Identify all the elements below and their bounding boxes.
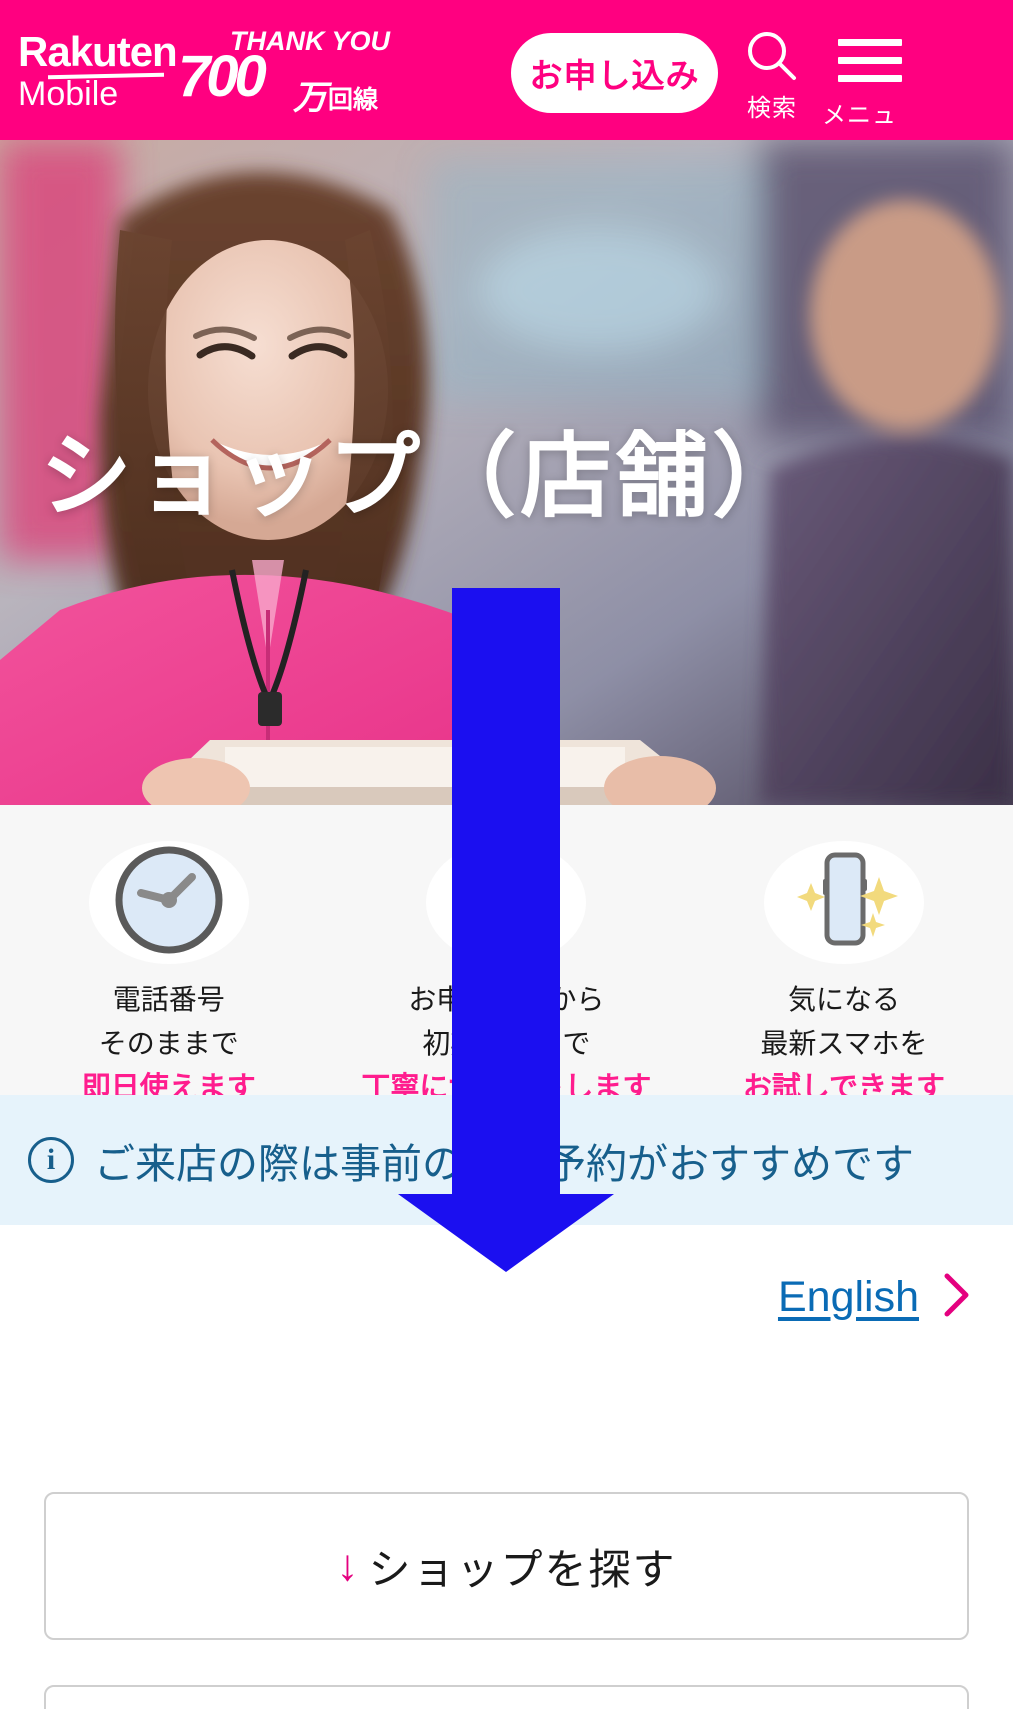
feature-highlights: 電話番号 そのままで 即日使えます お申し込みから 初期設定まで 丁寧にサポート… <box>0 805 1013 1104</box>
chevron-right-icon[interactable] <box>941 1270 971 1325</box>
campaign-number-text: 700 <box>178 44 267 109</box>
find-shop-button[interactable]: ↓ ショップを探す <box>44 1492 969 1640</box>
feature-icon-wrap <box>88 841 249 964</box>
find-shop-label: ショップを探す <box>368 1545 677 1593</box>
down-arrow-icon: ↓ <box>336 1541 359 1590</box>
feature-icon-wrap <box>426 841 587 964</box>
brand-mobile-text: Mobile <box>18 75 119 113</box>
info-banner-text: ご来店の際は事前の来店予約がおすすめです <box>94 1141 914 1187</box>
page-root: Rakuten Mobile THANK YOU 700 万 回線 お申し込み … <box>0 0 1013 1709</box>
campaign-man-text: 万 <box>293 79 327 117</box>
rakuten-mobile-logo[interactable]: Rakuten Mobile <box>18 28 188 114</box>
page-title: ショップ（店舗） <box>40 426 809 528</box>
feature-line-2: 最新スマホを <box>760 1028 928 1059</box>
secondary-action-button[interactable] <box>44 1685 969 1709</box>
hamburger-menu-icon <box>838 28 902 93</box>
brand-rakuten-text: Rakuten <box>18 28 178 75</box>
clock-icon <box>110 841 228 964</box>
feature-item-try-phone: 気になる 最新スマホを お試しできます <box>675 805 1013 1104</box>
apply-button[interactable]: お申し込み <box>511 33 718 113</box>
feature-item-phone-number: 電話番号 そのままで 即日使えます <box>0 805 338 1104</box>
feature-line-1: お申し込みから <box>408 984 605 1015</box>
campaign-kaisen-text: 回線 <box>328 86 379 114</box>
search-button[interactable]: 検索 <box>739 28 805 122</box>
feature-item-support: お申し込みから 初期設定まで 丁寧にサポートします <box>338 805 676 1104</box>
search-icon <box>743 28 801 86</box>
menu-button[interactable]: メニュー <box>822 28 918 164</box>
hero-banner: ショップ（店舗） <box>0 140 1013 805</box>
staff-person-icon <box>447 841 565 964</box>
reservation-info-banner: i ご来店の際は事前の来店予約がおすすめです <box>0 1095 1013 1225</box>
feature-line-2: そのままで <box>98 1028 239 1059</box>
feature-line-2: 初期設定まで <box>422 1028 591 1059</box>
english-language-link[interactable]: English <box>778 1273 919 1322</box>
info-circle-icon: i <box>28 1137 74 1183</box>
site-header: Rakuten Mobile THANK YOU 700 万 回線 お申し込み … <box>0 0 1013 164</box>
feature-icon-wrap <box>763 841 924 964</box>
feature-line-1: 電話番号 <box>112 984 225 1015</box>
search-label: 検索 <box>747 95 797 122</box>
campaign-700man-badge: THANK YOU 700 万 回線 <box>178 26 390 117</box>
feature-line-1: 気になる <box>787 984 900 1015</box>
smartphone-sparkle-icon <box>785 841 903 964</box>
language-switch-row: English <box>0 1255 1013 1340</box>
